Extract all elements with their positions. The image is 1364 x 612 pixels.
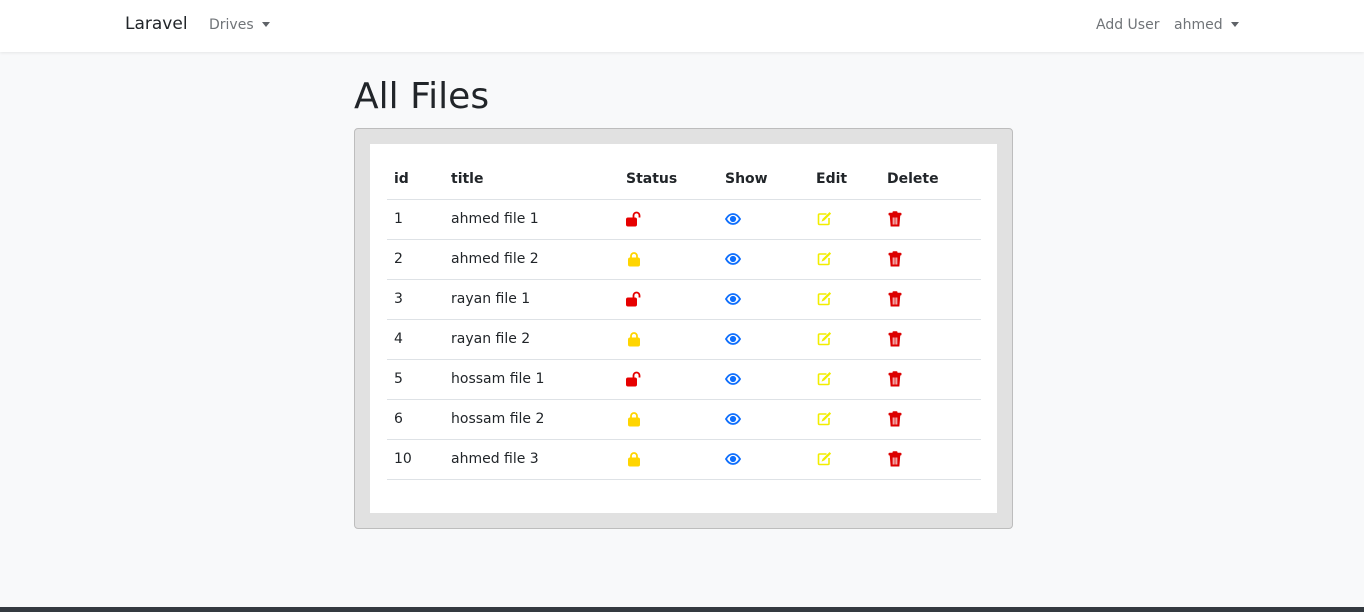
table-header-row: id title Status Show Edit Delete <box>387 159 981 200</box>
show-cell <box>718 279 809 320</box>
header-title: title <box>444 159 619 200</box>
navbar: Laravel Drives Add User ahmed <box>0 0 1364 52</box>
edit-icon[interactable] <box>816 451 880 467</box>
show-cell <box>718 319 809 360</box>
status-cell <box>619 199 718 240</box>
header-delete: Delete <box>880 159 981 200</box>
delete-cell <box>880 359 981 400</box>
navbar-brand[interactable]: Laravel <box>125 14 188 34</box>
eye-icon[interactable] <box>725 291 809 307</box>
trash-icon[interactable] <box>887 451 981 467</box>
row-title: rayan file 1 <box>444 279 619 320</box>
status-cell <box>619 279 718 320</box>
edit-icon[interactable] <box>816 251 880 267</box>
row-title: ahmed file 3 <box>444 439 619 480</box>
row-id: 4 <box>387 319 444 360</box>
unlock-icon[interactable] <box>626 291 718 307</box>
table-row: 2 ahmed file 2 <box>387 239 981 280</box>
row-id: 10 <box>387 439 444 480</box>
trash-icon[interactable] <box>887 211 981 227</box>
header-show: Show <box>718 159 809 200</box>
delete-cell <box>880 239 981 280</box>
eye-icon[interactable] <box>725 211 809 227</box>
table-row: 4 rayan file 2 <box>387 319 981 360</box>
delete-cell <box>880 319 981 360</box>
edit-icon[interactable] <box>816 411 880 427</box>
edit-cell <box>809 399 880 440</box>
delete-cell <box>880 279 981 320</box>
status-cell <box>619 359 718 400</box>
chevron-down-icon <box>261 22 270 27</box>
drives-label: Drives <box>209 17 254 33</box>
edit-cell <box>809 199 880 240</box>
row-title: hossam file 2 <box>444 399 619 440</box>
edit-icon[interactable] <box>816 371 880 387</box>
edit-cell <box>809 239 880 280</box>
status-cell <box>619 439 718 480</box>
unlock-icon[interactable] <box>626 371 718 387</box>
row-id: 5 <box>387 359 444 400</box>
header-edit: Edit <box>809 159 880 200</box>
row-id: 3 <box>387 279 444 320</box>
user-dropdown[interactable]: ahmed <box>1174 17 1239 33</box>
table-row: 6 hossam file 2 <box>387 399 981 440</box>
header-id: id <box>387 159 444 200</box>
table-row: 3 rayan file 1 <box>387 279 981 320</box>
edit-cell <box>809 279 880 320</box>
unlock-icon[interactable] <box>626 211 718 227</box>
row-id: 6 <box>387 399 444 440</box>
status-cell <box>619 239 718 280</box>
eye-icon[interactable] <box>725 331 809 347</box>
trash-icon[interactable] <box>887 331 981 347</box>
delete-cell <box>880 439 981 480</box>
trash-icon[interactable] <box>887 291 981 307</box>
show-cell <box>718 439 809 480</box>
lock-icon[interactable] <box>626 451 718 467</box>
user-label: ahmed <box>1174 17 1223 33</box>
files-card: id title Status Show Edit Delete 1 ahmed … <box>354 128 1013 529</box>
eye-icon[interactable] <box>725 451 809 467</box>
show-cell <box>718 399 809 440</box>
row-title: ahmed file 1 <box>444 199 619 240</box>
status-cell <box>619 399 718 440</box>
lock-icon[interactable] <box>626 331 718 347</box>
footer-bar <box>0 607 1364 612</box>
table-row: 5 hossam file 1 <box>387 359 981 400</box>
show-cell <box>718 239 809 280</box>
add-user-link[interactable]: Add User <box>1096 17 1159 33</box>
row-id: 1 <box>387 199 444 240</box>
edit-cell <box>809 439 880 480</box>
edit-icon[interactable] <box>816 331 880 347</box>
eye-icon[interactable] <box>725 411 809 427</box>
edit-icon[interactable] <box>816 211 880 227</box>
eye-icon[interactable] <box>725 371 809 387</box>
lock-icon[interactable] <box>626 411 718 427</box>
edit-icon[interactable] <box>816 291 880 307</box>
trash-icon[interactable] <box>887 251 981 267</box>
status-cell <box>619 319 718 360</box>
table-row: 10 ahmed file 3 <box>387 439 981 480</box>
edit-cell <box>809 319 880 360</box>
delete-cell <box>880 199 981 240</box>
row-title: hossam file 1 <box>444 359 619 400</box>
show-cell <box>718 199 809 240</box>
chevron-down-icon <box>1230 22 1239 27</box>
row-title: ahmed file 2 <box>444 239 619 280</box>
delete-cell <box>880 399 981 440</box>
page-title: All Files <box>354 76 490 117</box>
lock-icon[interactable] <box>626 251 718 267</box>
drives-dropdown[interactable]: Drives <box>209 17 270 33</box>
files-panel: id title Status Show Edit Delete 1 ahmed … <box>370 144 997 513</box>
edit-cell <box>809 359 880 400</box>
trash-icon[interactable] <box>887 411 981 427</box>
show-cell <box>718 359 809 400</box>
row-id: 2 <box>387 239 444 280</box>
table-row: 1 ahmed file 1 <box>387 199 981 240</box>
row-title: rayan file 2 <box>444 319 619 360</box>
trash-icon[interactable] <box>887 371 981 387</box>
header-status: Status <box>619 159 718 200</box>
eye-icon[interactable] <box>725 251 809 267</box>
files-table: id title Status Show Edit Delete 1 ahmed … <box>387 159 981 480</box>
